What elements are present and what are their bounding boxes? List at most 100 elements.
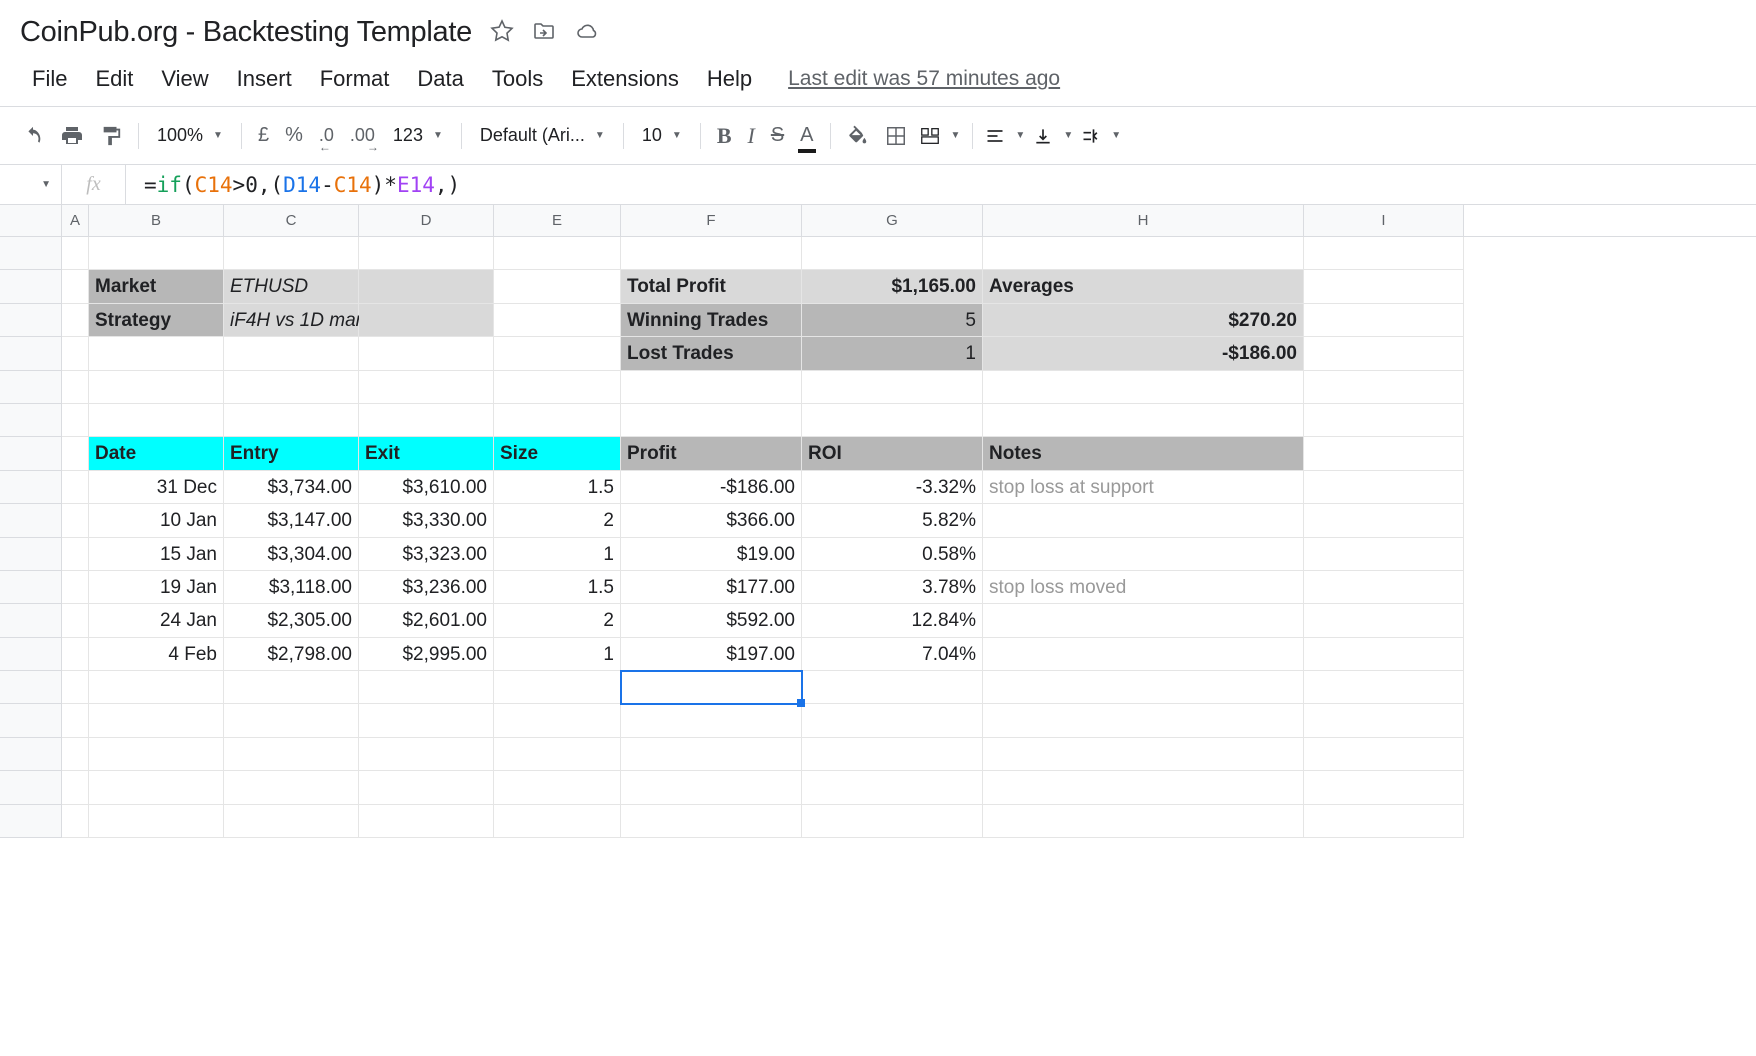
- cell-size[interactable]: 1.5: [494, 471, 621, 504]
- cell[interactable]: [62, 571, 89, 604]
- cell-roi[interactable]: 5.82%: [802, 504, 983, 537]
- move-to-folder-icon[interactable]: [532, 19, 556, 46]
- strikethrough-button[interactable]: S: [763, 118, 792, 153]
- cell[interactable]: [224, 671, 359, 704]
- currency-button[interactable]: £: [250, 118, 277, 153]
- cell[interactable]: [494, 805, 621, 838]
- cell[interactable]: [89, 704, 224, 737]
- cell-notes[interactable]: stop loss at support: [983, 471, 1304, 504]
- select-all-corner[interactable]: [0, 205, 62, 236]
- row-header[interactable]: [0, 471, 62, 504]
- row-header[interactable]: [0, 704, 62, 737]
- th-entry[interactable]: Entry: [224, 437, 359, 470]
- cell-exit[interactable]: $3,323.00: [359, 538, 494, 571]
- cell[interactable]: [62, 771, 89, 804]
- cell[interactable]: [1304, 738, 1464, 771]
- row-header[interactable]: [0, 538, 62, 571]
- cell[interactable]: [621, 704, 802, 737]
- col-header-b[interactable]: B: [89, 205, 224, 236]
- cell[interactable]: [359, 270, 494, 303]
- formula-input[interactable]: =if(C14>0,(D14-C14)*E14,): [126, 173, 1756, 197]
- cell-roi[interactable]: 12.84%: [802, 604, 983, 637]
- cell[interactable]: [983, 237, 1304, 270]
- cell[interactable]: [62, 504, 89, 537]
- row-header[interactable]: [0, 404, 62, 437]
- cell[interactable]: [224, 337, 359, 370]
- th-roi[interactable]: ROI: [802, 437, 983, 470]
- th-exit[interactable]: Exit: [359, 437, 494, 470]
- cell[interactable]: [224, 805, 359, 838]
- text-wrap-dropdown[interactable]: ▼: [1077, 122, 1125, 150]
- cell-size[interactable]: 2: [494, 604, 621, 637]
- cell[interactable]: [224, 738, 359, 771]
- cell-winning-value[interactable]: 5: [802, 304, 983, 337]
- cell-notes[interactable]: [983, 638, 1304, 671]
- col-header-i[interactable]: I: [1304, 205, 1464, 236]
- cell[interactable]: [1304, 304, 1464, 337]
- cell[interactable]: [89, 237, 224, 270]
- menu-format[interactable]: Format: [308, 62, 402, 96]
- menu-file[interactable]: File: [20, 62, 79, 96]
- row-header[interactable]: [0, 805, 62, 838]
- cell[interactable]: [224, 371, 359, 404]
- cell[interactable]: [1304, 237, 1464, 270]
- cell-notes[interactable]: [983, 604, 1304, 637]
- col-header-a[interactable]: A: [62, 205, 89, 236]
- text-color-button[interactable]: A: [792, 118, 821, 153]
- cell-entry[interactable]: $3,304.00: [224, 538, 359, 571]
- col-header-d[interactable]: D: [359, 205, 494, 236]
- cell[interactable]: [359, 738, 494, 771]
- cell-entry[interactable]: $2,798.00: [224, 638, 359, 671]
- cell[interactable]: [89, 337, 224, 370]
- borders-button[interactable]: [877, 119, 915, 153]
- fill-handle[interactable]: [797, 699, 805, 707]
- cell-date[interactable]: 24 Jan: [89, 604, 224, 637]
- cell[interactable]: [62, 304, 89, 337]
- cell[interactable]: [62, 337, 89, 370]
- cell-profit[interactable]: -$186.00: [621, 471, 802, 504]
- cell[interactable]: [359, 704, 494, 737]
- cell[interactable]: [359, 671, 494, 704]
- cell[interactable]: [89, 805, 224, 838]
- cell[interactable]: [62, 237, 89, 270]
- row-header[interactable]: [0, 304, 62, 337]
- th-date[interactable]: Date: [89, 437, 224, 470]
- vertical-align-dropdown[interactable]: ▼: [1029, 122, 1077, 150]
- cell-exit[interactable]: $3,236.00: [359, 571, 494, 604]
- cell-entry[interactable]: $2,305.00: [224, 604, 359, 637]
- cell[interactable]: [1304, 471, 1464, 504]
- cell[interactable]: [1304, 805, 1464, 838]
- cell-size[interactable]: 1: [494, 638, 621, 671]
- cell[interactable]: [359, 805, 494, 838]
- doc-title[interactable]: CoinPub.org - Backtesting Template: [20, 16, 472, 49]
- cell[interactable]: [983, 771, 1304, 804]
- percent-button[interactable]: %: [277, 118, 311, 153]
- cell-date[interactable]: 19 Jan: [89, 571, 224, 604]
- cell[interactable]: [62, 371, 89, 404]
- cell[interactable]: [802, 805, 983, 838]
- last-edit-link[interactable]: Last edit was 57 minutes ago: [788, 67, 1060, 91]
- cell[interactable]: [802, 738, 983, 771]
- cell[interactable]: [89, 371, 224, 404]
- cell-profit[interactable]: $177.00: [621, 571, 802, 604]
- merge-cells-dropdown[interactable]: ▼: [915, 121, 965, 151]
- cell-entry[interactable]: $3,734.00: [224, 471, 359, 504]
- cell-averages-label[interactable]: Averages: [983, 270, 1304, 303]
- cell-lost-avg[interactable]: -$186.00: [983, 337, 1304, 370]
- cell-entry[interactable]: $3,118.00: [224, 571, 359, 604]
- bold-button[interactable]: B: [709, 117, 740, 155]
- cell[interactable]: [224, 704, 359, 737]
- cell-exit[interactable]: $2,995.00: [359, 638, 494, 671]
- cell[interactable]: [494, 404, 621, 437]
- star-icon[interactable]: [490, 19, 514, 46]
- cell[interactable]: [1304, 270, 1464, 303]
- cell-lost-value[interactable]: 1: [802, 337, 983, 370]
- cell[interactable]: [62, 604, 89, 637]
- col-header-c[interactable]: C: [224, 205, 359, 236]
- cell-market-label[interactable]: Market: [89, 270, 224, 303]
- menu-view[interactable]: View: [149, 62, 220, 96]
- cell[interactable]: [62, 638, 89, 671]
- cell-roi[interactable]: -3.32%: [802, 471, 983, 504]
- cell[interactable]: [494, 304, 621, 337]
- cell[interactable]: [89, 404, 224, 437]
